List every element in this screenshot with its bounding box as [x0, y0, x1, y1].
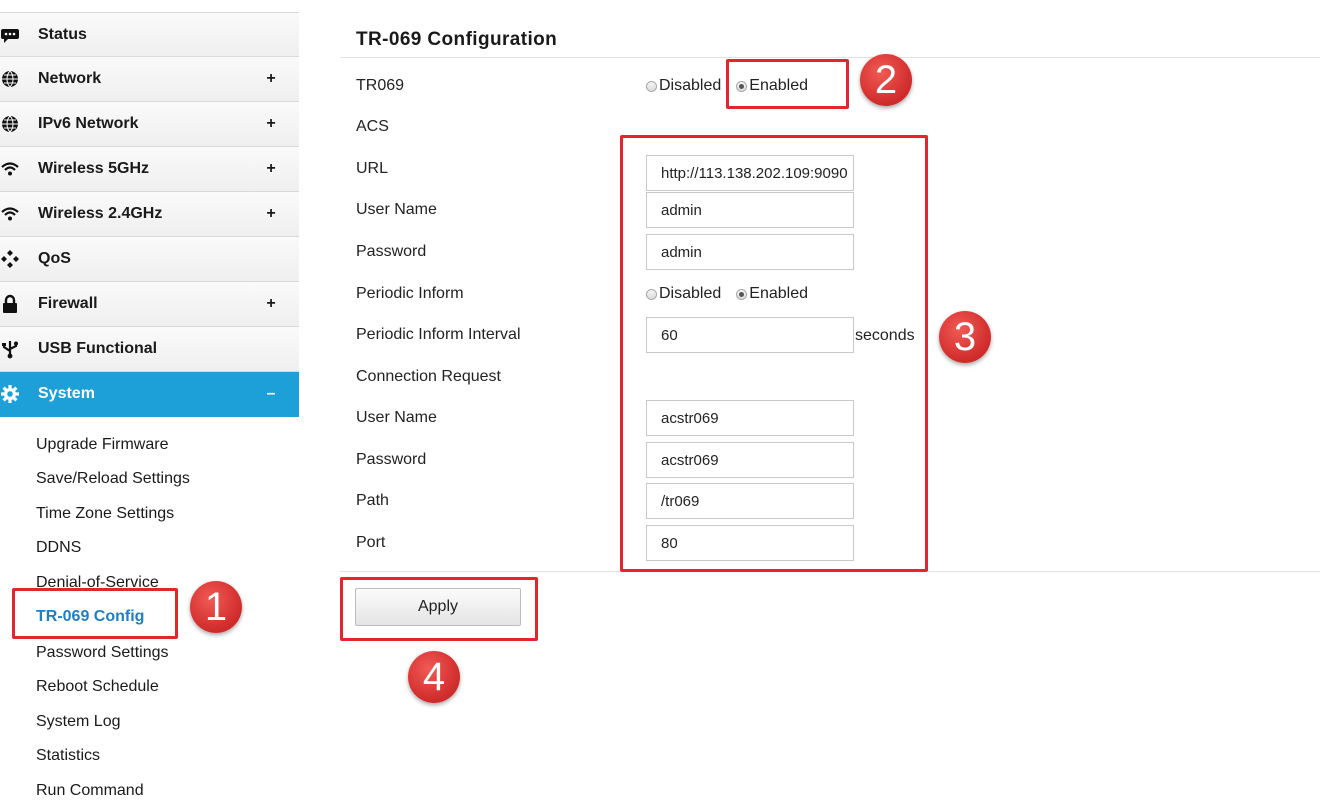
- tr069-disabled-radio[interactable]: [646, 80, 657, 92]
- acs-section-label: ACS: [356, 118, 389, 135]
- highlight-tr069-config: [12, 588, 178, 639]
- sidebar-item-label: Status: [38, 25, 87, 43]
- sidebar-item-label: IPv6 Network: [38, 115, 139, 132]
- sidebar-item-network[interactable]: Network +: [0, 57, 299, 102]
- sidebar-item-label: QoS: [38, 250, 71, 267]
- page-title: TR-069 Configuration: [356, 29, 558, 50]
- sidebar-item-usb-functional[interactable]: USB Functional: [0, 327, 299, 372]
- submenu-item-run-command[interactable]: Run Command: [36, 781, 144, 801]
- chat-icon: [1, 28, 19, 43]
- collapse-icon[interactable]: –: [263, 385, 279, 403]
- submenu-item-ddns[interactable]: DDNS: [36, 538, 81, 558]
- url-label: URL: [356, 160, 389, 177]
- acs-password-label: Password: [356, 243, 427, 260]
- gear-icon: [1, 385, 19, 403]
- expand-icon[interactable]: +: [263, 70, 279, 88]
- conn-password-label: Password: [356, 451, 427, 468]
- periodic-interval-label: Periodic Inform Interval: [356, 326, 521, 343]
- sidebar-item-label: Wireless 5GHz: [38, 160, 150, 177]
- radio-label: Disabled: [659, 77, 722, 94]
- highlight-acs-settings: [620, 135, 928, 572]
- globe-icon: [2, 115, 18, 133]
- sidebar-item-status[interactable]: Status: [0, 12, 299, 57]
- expand-icon[interactable]: +: [263, 160, 279, 178]
- sidebar-item-wireless-24ghz[interactable]: Wireless 2.4GHz +: [0, 192, 299, 237]
- step-1-badge: 1: [190, 581, 242, 633]
- periodic-inform-label: Periodic Inform: [356, 285, 464, 302]
- submenu-item-time-zone[interactable]: Time Zone Settings: [36, 504, 174, 524]
- submenu-item-password-settings[interactable]: Password Settings: [36, 643, 169, 663]
- step-2-badge: 2: [860, 54, 912, 106]
- path-label: Path: [356, 492, 389, 509]
- conn-username-label: User Name: [356, 409, 437, 426]
- step-4-badge: 4: [408, 651, 460, 703]
- submenu-item-upgrade-firmware[interactable]: Upgrade Firmware: [36, 435, 168, 455]
- wifi-icon: [1, 162, 19, 176]
- sidebar-item-ipv6-network[interactable]: IPv6 Network +: [0, 102, 299, 147]
- expand-icon[interactable]: +: [263, 295, 279, 313]
- port-label: Port: [356, 534, 386, 551]
- submenu-item-reboot-schedule[interactable]: Reboot Schedule: [36, 677, 159, 697]
- qos-icon: [1, 250, 19, 268]
- lock-icon: [3, 294, 17, 313]
- sidebar-item-system[interactable]: System –: [0, 372, 299, 417]
- sidebar-item-wireless-5ghz[interactable]: Wireless 5GHz +: [0, 147, 299, 192]
- wifi-icon: [1, 207, 19, 221]
- sidebar-item-firewall[interactable]: Firewall +: [0, 282, 299, 327]
- submenu-item-system-log[interactable]: System Log: [36, 712, 120, 732]
- sidebar-item-qos[interactable]: QoS: [0, 237, 299, 282]
- submenu-item-statistics[interactable]: Statistics: [36, 746, 100, 766]
- sidebar-item-label: Wireless 2.4GHz: [38, 205, 163, 222]
- sidebar-nav: Status Network + IPv6 Network + Wireless…: [0, 12, 299, 417]
- usb-icon: [2, 341, 18, 359]
- highlight-tr069-enabled: [726, 59, 849, 109]
- sidebar-item-label: Network: [38, 70, 102, 87]
- acs-username-label: User Name: [356, 201, 437, 218]
- step-3-badge: 3: [939, 311, 991, 363]
- tr069-label: TR069: [356, 77, 405, 94]
- expand-icon[interactable]: +: [263, 115, 279, 133]
- highlight-apply: [340, 577, 538, 641]
- expand-icon[interactable]: +: [263, 205, 279, 223]
- globe-icon: [2, 70, 18, 88]
- sidebar-item-label: Firewall: [38, 295, 98, 312]
- submenu-item-save-reload[interactable]: Save/Reload Settings: [36, 469, 190, 489]
- title-divider: [340, 57, 1320, 58]
- sidebar-item-label: System: [38, 385, 95, 402]
- connection-request-section-label: Connection Request: [356, 368, 501, 385]
- sidebar-item-label: USB Functional: [38, 340, 158, 357]
